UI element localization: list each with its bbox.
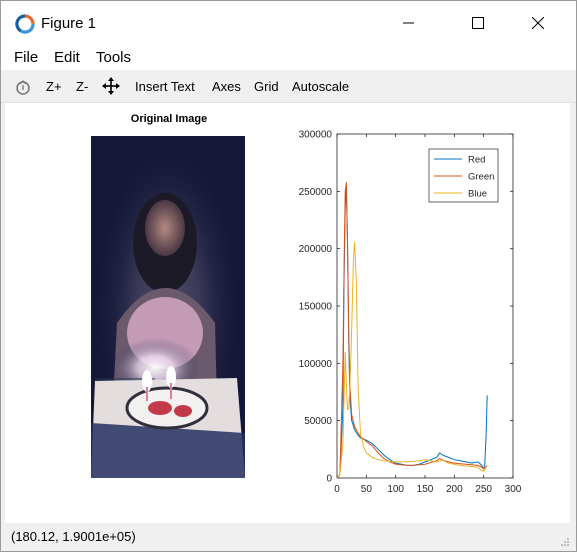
x-tick-label: 50 xyxy=(361,484,373,495)
cursor-coordinates: (180.12, 1.9001e+05) xyxy=(11,529,136,544)
original-image xyxy=(91,136,245,478)
menu-bar: File Edit Tools xyxy=(1,45,576,70)
insert-text-button[interactable]: Insert Text xyxy=(135,79,195,94)
close-button[interactable] xyxy=(515,1,561,45)
x-tick-label: 200 xyxy=(446,484,463,495)
y-tick-label: 0 xyxy=(326,474,332,485)
y-tick-label: 250000 xyxy=(299,187,333,198)
image-title: Original Image xyxy=(131,113,207,125)
x-tick-label: 150 xyxy=(417,484,434,495)
minimize-button[interactable] xyxy=(386,1,432,45)
minimize-icon xyxy=(403,22,414,24)
zoom-in-button[interactable]: Z+ xyxy=(46,79,62,94)
y-tick-label: 50000 xyxy=(304,416,332,427)
maximize-icon xyxy=(472,17,484,29)
x-tick-label: 300 xyxy=(505,484,522,495)
legend: Red Green Blue xyxy=(428,148,499,203)
figure-window: Figure 1 File Edit Tools Z+ Z- Insert Te… xyxy=(0,0,577,552)
figure-svg: Original Image 0500001000001500002000002… xyxy=(91,113,522,496)
maximize-button[interactable] xyxy=(455,1,501,45)
close-icon xyxy=(532,17,544,29)
window-title: Figure 1 xyxy=(41,15,97,32)
rotate-icon[interactable] xyxy=(14,78,32,96)
legend-label-green: Green xyxy=(468,172,494,183)
legend-label-red: Red xyxy=(468,155,485,166)
pan-icon[interactable] xyxy=(102,77,120,95)
octave-app-icon xyxy=(15,14,35,34)
status-bar: (180.12, 1.9001e+05) xyxy=(1,523,576,551)
axes-button[interactable]: Axes xyxy=(212,79,241,94)
y-tick-label: 300000 xyxy=(299,130,333,141)
resize-grip-icon[interactable] xyxy=(560,537,570,547)
y-tick-label: 150000 xyxy=(299,302,333,313)
x-tick-label: 250 xyxy=(475,484,492,495)
histogram-axes: 0 50000 100000 150000 200000 250000 300000 0 50… xyxy=(299,130,522,496)
menu-file[interactable]: File xyxy=(14,49,38,66)
x-tick-label: 100 xyxy=(387,484,404,495)
y-tick-label: 100000 xyxy=(299,359,333,370)
x-tick-label: 0 xyxy=(334,484,340,495)
toolbar: Z+ Z- Insert Text Axes Grid Autoscale xyxy=(1,70,576,103)
legend-label-blue: Blue xyxy=(468,189,487,200)
zoom-out-button[interactable]: Z- xyxy=(76,79,88,94)
figure-canvas[interactable]: Original Image 0 50000 100000 150000 200… xyxy=(5,103,570,523)
y-tick-label: 200000 xyxy=(299,244,333,255)
autoscale-button[interactable]: Autoscale xyxy=(292,79,349,94)
grid-button[interactable]: Grid xyxy=(254,79,279,94)
title-bar[interactable]: Figure 1 xyxy=(1,1,576,45)
menu-tools[interactable]: Tools xyxy=(96,49,131,66)
menu-edit[interactable]: Edit xyxy=(54,49,80,66)
